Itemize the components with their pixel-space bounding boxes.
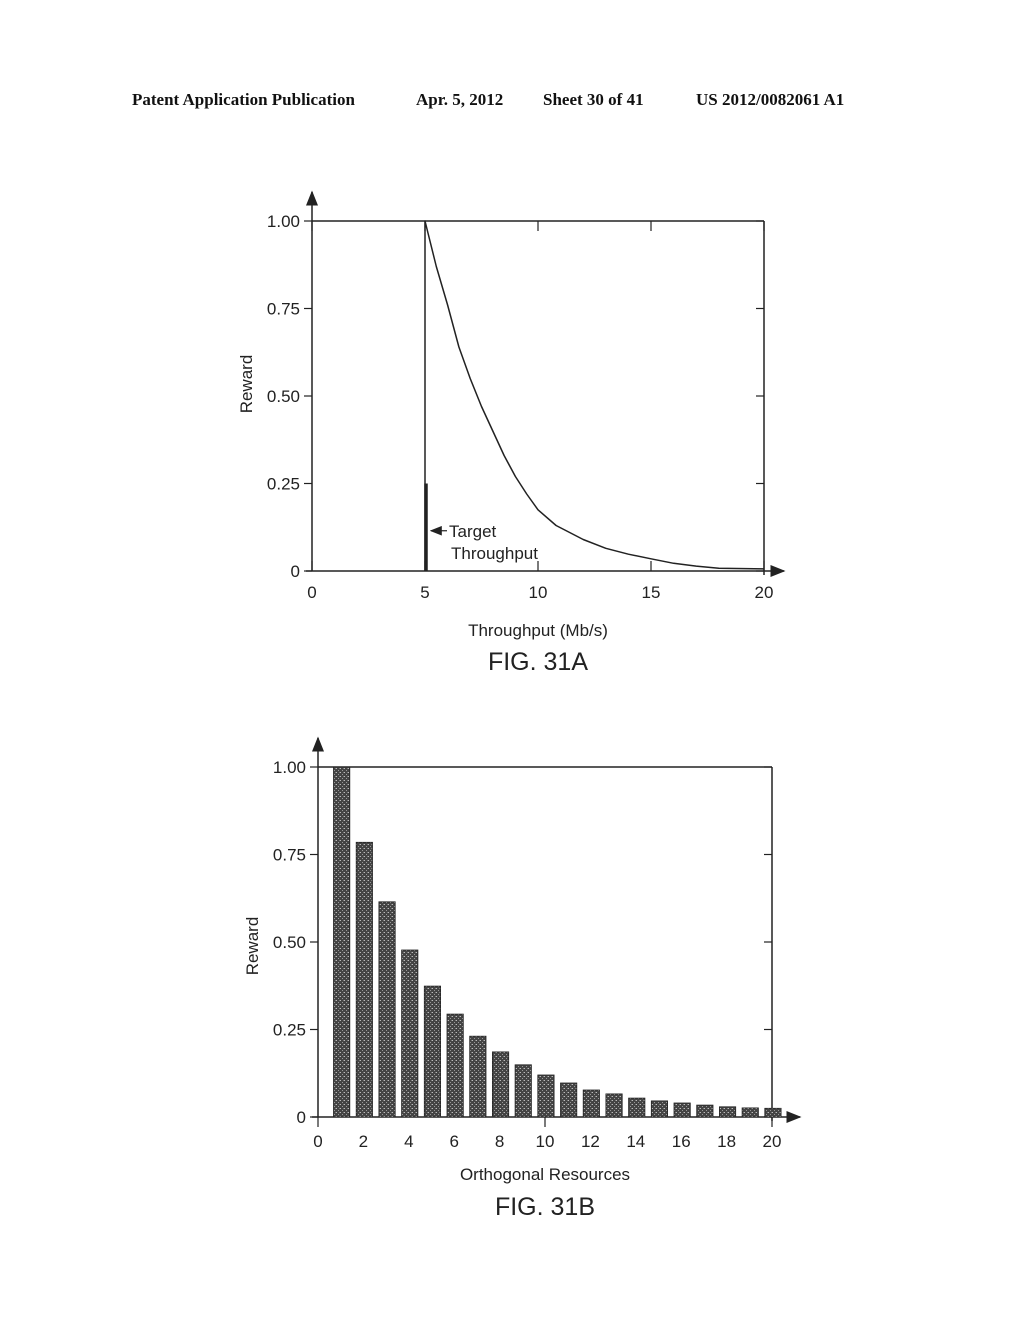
bar — [333, 766, 351, 1118]
x-axis-title: Throughput (Mb/s) — [468, 621, 608, 640]
x-tick-label: 15 — [642, 583, 661, 602]
x-tick-label: 14 — [626, 1132, 645, 1151]
y-tick-label: 0.50 — [267, 387, 300, 406]
annotation-label: Target — [449, 522, 497, 541]
reward-curve — [424, 220, 765, 571]
bar — [605, 1093, 623, 1118]
bar — [378, 901, 396, 1118]
y-tick-label: 0.75 — [273, 846, 306, 865]
bar — [355, 841, 373, 1118]
bar — [446, 1013, 464, 1118]
x-tick-label: 8 — [495, 1132, 504, 1151]
x-tick-label: 20 — [755, 583, 774, 602]
figures-canvas: 00.250.500.751.000 5 10 15 20RewardThroughpu… — [237, 190, 802, 1221]
x-tick-label: 0 — [307, 583, 316, 602]
bar — [401, 949, 419, 1118]
x-tick-label: 5 — [420, 583, 429, 602]
bar — [764, 1107, 782, 1118]
y-tick-label: 0 — [297, 1108, 306, 1127]
bar — [514, 1064, 532, 1118]
x-tick-label: 18 — [717, 1132, 736, 1151]
y-tick-label: 0.25 — [267, 475, 300, 494]
y-tick-label: 1.00 — [267, 212, 300, 231]
y-axis-title: Reward — [237, 355, 256, 414]
bar — [673, 1102, 691, 1118]
x-tick-label: 4 — [404, 1132, 413, 1151]
x-tick-label: 10 — [536, 1132, 555, 1151]
bar — [628, 1097, 646, 1118]
x-tick-label: 12 — [581, 1132, 600, 1151]
figure-label: FIG. 31B — [495, 1193, 595, 1221]
y-tick-label: 0 — [291, 562, 300, 581]
bar — [696, 1104, 714, 1118]
bar — [560, 1082, 578, 1118]
bar — [537, 1074, 555, 1118]
bar — [719, 1106, 737, 1118]
x-tick-label: 16 — [672, 1132, 691, 1151]
bar — [491, 1051, 510, 1118]
fig-31a-chart: 0 0.25 0.50 0.75 1.00 0 5 10 15 20 Reward Throughpu… — [237, 190, 786, 676]
annotation-label: Throughput — [451, 544, 538, 563]
y-tick-label: 1.00 — [273, 758, 306, 777]
x-tick-label: 0 — [313, 1132, 322, 1151]
bar — [469, 1035, 487, 1118]
bar — [650, 1100, 668, 1118]
x-tick-label: 6 — [449, 1132, 458, 1151]
y-tick-label: 0.25 — [273, 1021, 306, 1040]
x-tick-label: 10 — [529, 583, 548, 602]
figure-label: FIG. 31A — [488, 648, 588, 676]
y-tick-label: 0.75 — [267, 300, 300, 319]
fig-31b-chart: 0 0.25 0.50 0.75 1.00 0 2 4 6 8 10 12 14 16 18 20 Reward… — [243, 736, 802, 1221]
x-axis-title: Orthogonal Resources — [460, 1165, 630, 1184]
bar — [582, 1089, 600, 1118]
x-tick-label: 2 — [359, 1132, 368, 1151]
y-tick-label: 0.50 — [273, 933, 306, 952]
bar — [741, 1107, 759, 1118]
x-tick-label: 20 — [763, 1132, 782, 1151]
bar — [423, 985, 441, 1118]
y-axis-title: Reward — [243, 917, 262, 976]
